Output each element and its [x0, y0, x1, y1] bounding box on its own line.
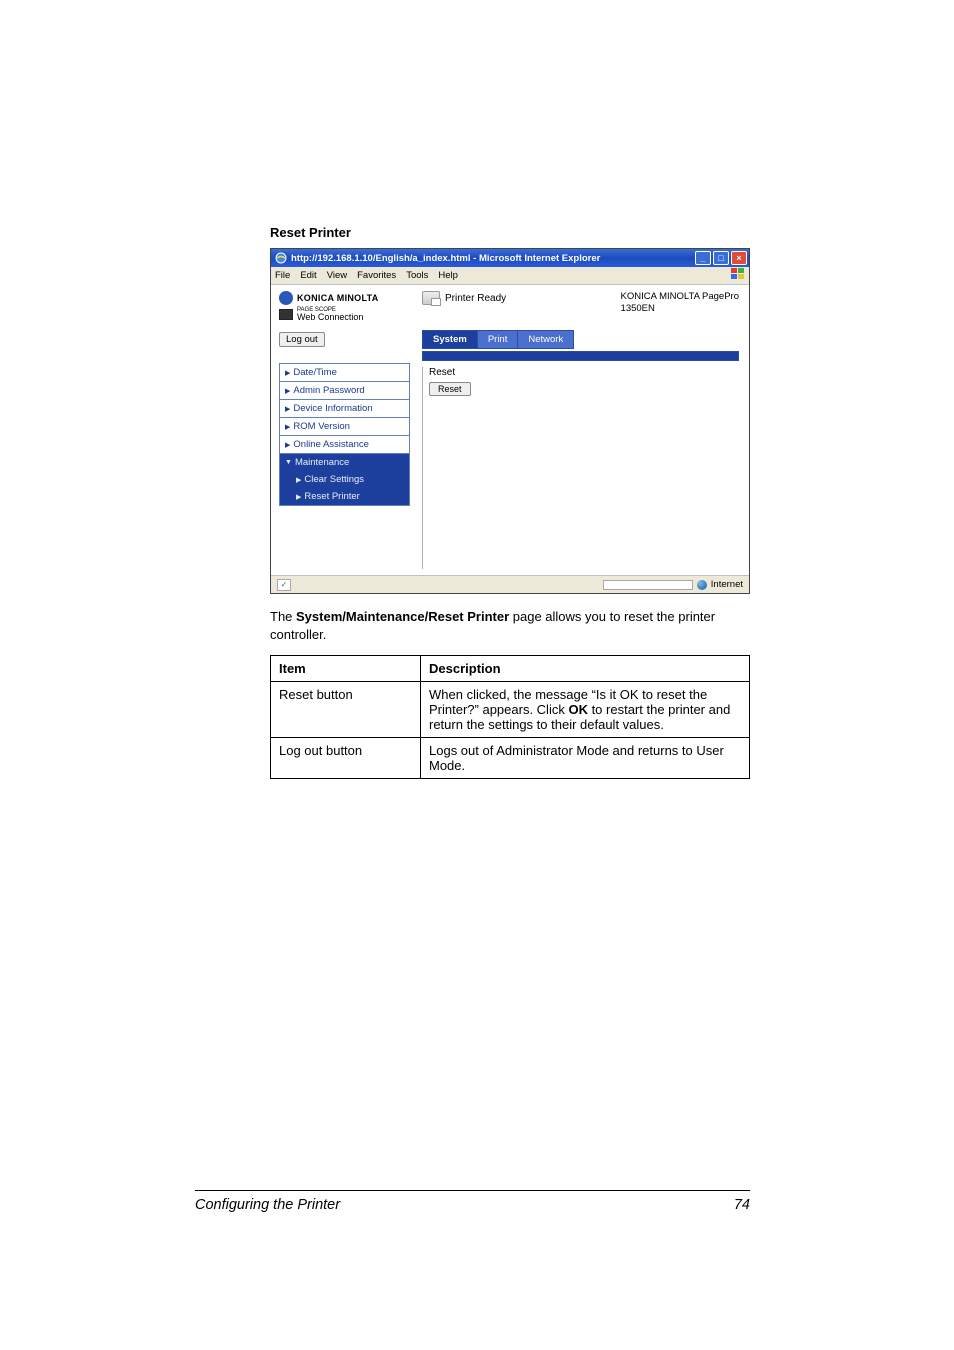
tab-print[interactable]: Print [477, 330, 518, 349]
body-bold: System/Maintenance/Reset Printer [296, 609, 509, 624]
menu-favorites[interactable]: Favorites [357, 270, 396, 281]
globe-icon [697, 580, 707, 590]
status-zone-label: Internet [711, 579, 743, 590]
status-bar: ✓ Internet [271, 575, 749, 593]
sidebar-label: Device Information [293, 403, 372, 414]
minimize-button[interactable]: _ [695, 251, 711, 265]
triangle-right-icon: ▶ [296, 493, 301, 501]
pagescope-icon [279, 309, 293, 320]
cell-item: Reset button [271, 682, 421, 738]
printer-status-text: Printer Ready [445, 293, 506, 304]
menu-tools[interactable]: Tools [406, 270, 428, 281]
embedded-screenshot: http://192.168.1.10/English/a_index.html… [270, 248, 750, 594]
printer-icon [422, 291, 440, 305]
th-description: Description [421, 656, 750, 682]
desc-bold: OK [568, 702, 588, 717]
page-footer: Configuring the Printer 74 [195, 1190, 750, 1213]
cell-item: Log out button [271, 738, 421, 779]
sidebar-item-rom-version[interactable]: ▶ROM Version [279, 417, 410, 435]
sidebar-item-device-info[interactable]: ▶Device Information [279, 399, 410, 417]
triangle-right-icon: ▶ [285, 423, 290, 431]
menu-help[interactable]: Help [438, 270, 458, 281]
sidebar-nav: ▶Date/Time ▶Admin Password ▶Device Infor… [279, 363, 410, 506]
sidebar-label: ROM Version [293, 421, 350, 432]
sidebar-label: Online Assistance [293, 439, 369, 450]
th-item: Item [271, 656, 421, 682]
logout-button[interactable]: Log out [279, 332, 325, 347]
reset-button[interactable]: Reset [429, 382, 471, 396]
sidebar-item-online-assistance[interactable]: ▶Online Assistance [279, 435, 410, 453]
cell-desc: Logs out of Administrator Mode and retur… [421, 738, 750, 779]
window-titlebar: http://192.168.1.10/English/a_index.html… [271, 249, 749, 267]
printer-status: Printer Ready [422, 291, 506, 305]
tabs: System Print Network [422, 330, 739, 349]
right-pane: Printer Ready KONICA MINOLTA PagePro 135… [416, 285, 749, 575]
menu-view[interactable]: View [327, 270, 347, 281]
km-logo-icon [279, 291, 293, 305]
windows-flag-icon [731, 268, 745, 283]
sidebar-label: Admin Password [293, 385, 364, 396]
maximize-button[interactable]: □ [713, 251, 729, 265]
sidebar-label: Maintenance [295, 457, 349, 468]
sidebar-item-reset-printer[interactable]: ▶Reset Printer [279, 488, 410, 506]
triangle-right-icon: ▶ [285, 441, 290, 449]
footer-title: Configuring the Printer [195, 1197, 340, 1213]
sidebar-item-clear-settings[interactable]: ▶Clear Settings [279, 471, 410, 488]
close-button[interactable]: × [731, 251, 747, 265]
menu-bar: File Edit View Favorites Tools Help [271, 267, 749, 285]
menu-edit[interactable]: Edit [300, 270, 316, 281]
printer-model: KONICA MINOLTA PagePro 1350EN [621, 291, 739, 316]
cell-desc: When clicked, the message “Is it OK to r… [421, 682, 750, 738]
triangle-right-icon: ▶ [285, 405, 290, 413]
triangle-right-icon: ▶ [285, 369, 290, 377]
content-panel: Reset Reset [422, 367, 739, 569]
description-table: Item Description Reset button When click… [270, 655, 750, 779]
progress-bar [603, 580, 693, 590]
left-pane: KONICA MINOLTA PAGE SCOPE Web Connection… [271, 285, 416, 575]
web-connection-label: Web Connection [297, 313, 363, 322]
body-paragraph: The System/Maintenance/Reset Printer pag… [270, 608, 750, 643]
tab-network[interactable]: Network [517, 330, 574, 349]
footer-page-number: 74 [734, 1197, 750, 1213]
desc-pre: Logs out of Administrator Mode and retur… [429, 743, 724, 773]
table-header-row: Item Description [271, 656, 750, 682]
sidebar-item-maintenance[interactable]: ▼Maintenance [279, 453, 410, 471]
section-heading: Reset Printer [270, 225, 750, 240]
model-line2: 1350EN [621, 303, 739, 315]
table-row: Reset button When clicked, the message “… [271, 682, 750, 738]
model-line1: KONICA MINOLTA PagePro [621, 291, 739, 303]
triangle-down-icon: ▼ [285, 459, 292, 466]
sidebar-item-admin-password[interactable]: ▶Admin Password [279, 381, 410, 399]
sidebar-label: Reset Printer [304, 491, 359, 502]
sidebar-item-datetime[interactable]: ▶Date/Time [279, 363, 410, 381]
panel-heading: Reset [429, 367, 739, 378]
sidebar-label: Clear Settings [304, 474, 364, 485]
table-row: Log out button Logs out of Administrator… [271, 738, 750, 779]
tab-system[interactable]: System [422, 330, 477, 349]
menu-file[interactable]: File [275, 270, 290, 281]
brand-label: KONICA MINOLTA [297, 293, 379, 303]
ie-icon [275, 252, 287, 264]
sidebar-label: Date/Time [293, 367, 336, 378]
triangle-right-icon: ▶ [296, 476, 301, 484]
body-pre: The [270, 609, 296, 624]
done-icon: ✓ [277, 579, 291, 591]
tab-underline-bar [422, 351, 739, 361]
triangle-right-icon: ▶ [285, 387, 290, 395]
window-title: http://192.168.1.10/English/a_index.html… [291, 253, 695, 264]
